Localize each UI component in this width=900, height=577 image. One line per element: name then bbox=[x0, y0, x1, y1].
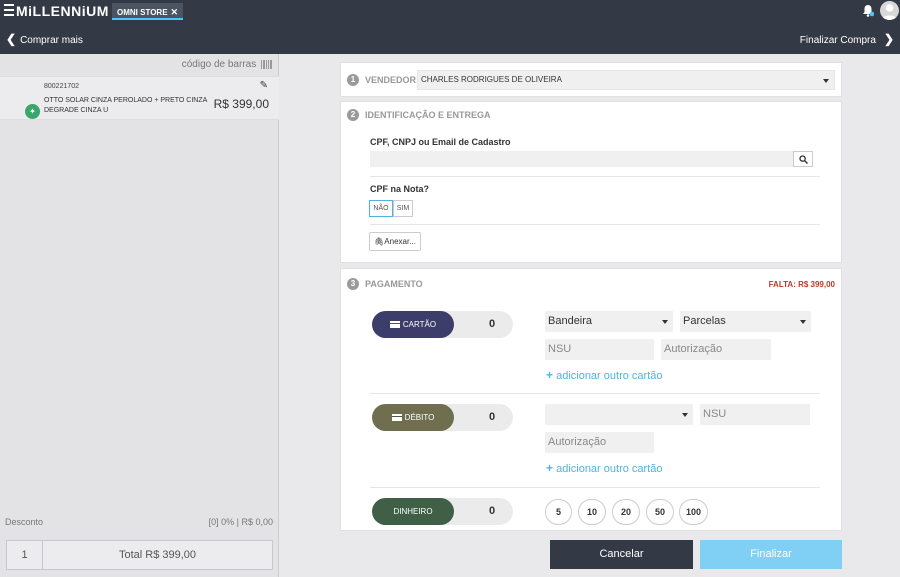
discount-value: [0] 0% | R$ 0,00 bbox=[208, 517, 273, 527]
cash-payment-button[interactable]: DINHEIRO bbox=[372, 498, 454, 525]
brand-logo: MiLLENNiUM bbox=[16, 3, 109, 19]
debit-brand-select[interactable] bbox=[545, 404, 693, 425]
section-title: PAGAMENTO bbox=[365, 279, 423, 289]
vendor-select[interactable]: CHARLES RODRIGUES DE OLIVEIRA bbox=[417, 70, 835, 90]
navigation-bar: ❮ Comprar mais Finalizar Compra ❯ bbox=[0, 22, 900, 54]
credit-card-icon bbox=[391, 414, 402, 422]
card-brand-select[interactable]: Bandeira bbox=[545, 311, 673, 332]
vendor-selected-value: CHARLES RODRIGUES DE OLIVEIRA bbox=[421, 75, 562, 84]
attach-label: Anexar... bbox=[384, 237, 416, 246]
debit-amount: 0 bbox=[488, 411, 496, 423]
total-amount: Total R$ 399,00 bbox=[118, 549, 197, 561]
cash-quick-amount-button[interactable]: 10 bbox=[578, 499, 606, 525]
chevron-down-icon bbox=[800, 320, 806, 324]
debit-payment-pill: DÉBITO 0 bbox=[372, 404, 513, 431]
card-label: CARTÃO bbox=[402, 320, 437, 329]
vendor-label: VENDEDOR: bbox=[365, 75, 420, 85]
paperclip-icon: 🖇 bbox=[374, 237, 385, 246]
finish-purchase-link[interactable]: Finalizar Compra ❯ bbox=[800, 32, 894, 46]
divider bbox=[370, 224, 820, 225]
item-quantity: 1 bbox=[7, 541, 43, 569]
tab-omni-store[interactable]: OMNI STORE ✕ bbox=[112, 3, 184, 20]
missing-amount: FALTA: R$ 399,00 bbox=[768, 280, 835, 289]
card-auth-input[interactable]: Autorização bbox=[661, 339, 771, 360]
hamburger-menu-icon[interactable] bbox=[4, 4, 14, 16]
finish-link-label: Finalizar Compra bbox=[799, 35, 876, 46]
search-icon[interactable] bbox=[793, 151, 813, 167]
back-link-label: Comprar mais bbox=[20, 35, 83, 46]
credit-card-icon bbox=[389, 321, 400, 329]
card-nsu-input[interactable]: NSU bbox=[545, 339, 654, 360]
plus-icon: + bbox=[546, 461, 554, 475]
cpf-field-label: CPF, CNPJ ou Email de Cadastro bbox=[370, 137, 511, 147]
chevron-left-icon: ❮ bbox=[6, 32, 17, 46]
cash-amount: 0 bbox=[488, 505, 496, 517]
cash-quick-amount-button[interactable]: 5 bbox=[545, 499, 572, 525]
cash-quick-amount-button[interactable]: 50 bbox=[646, 499, 674, 525]
payment-section: 3 PAGAMENTO FALTA: R$ 399,00 CARTÃO 0 Ba… bbox=[340, 268, 842, 531]
cpf-note-yes-toggle[interactable]: SIM bbox=[393, 200, 413, 217]
back-to-shopping-link[interactable]: ❮ Comprar mais bbox=[6, 32, 83, 46]
chevron-down-icon bbox=[682, 413, 688, 417]
notification-bell-icon[interactable] bbox=[862, 4, 874, 17]
attach-button[interactable]: 🖇Anexar... bbox=[369, 232, 421, 251]
barcode-label: código de barras bbox=[181, 59, 257, 70]
item-code: 800221702 bbox=[44, 83, 80, 90]
item-status-icon: ✦ bbox=[25, 104, 40, 119]
plus-icon: + bbox=[546, 368, 554, 382]
cart-item[interactable]: 800221702 OTTO SOLAR CINZA PEROLADO + PR… bbox=[0, 76, 279, 120]
chevron-right-icon: ❯ bbox=[883, 32, 894, 46]
debit-nsu-input[interactable]: NSU bbox=[700, 404, 810, 425]
edit-pencil-icon[interactable]: ✎ bbox=[260, 80, 268, 91]
debit-payment-button[interactable]: DÉBITO bbox=[372, 404, 454, 431]
chevron-down-icon bbox=[662, 320, 668, 324]
card-payment-pill: CARTÃO 0 bbox=[372, 311, 513, 338]
item-name: OTTO SOLAR CINZA PEROLADO + PRETO CINZA … bbox=[44, 97, 207, 114]
cancel-button[interactable]: Cancelar bbox=[550, 540, 693, 569]
divider bbox=[370, 393, 820, 394]
divider bbox=[370, 176, 820, 177]
cpf-note-no-toggle[interactable]: NÃO bbox=[369, 200, 393, 217]
step-number: 2 bbox=[347, 109, 359, 121]
add-card-link[interactable]: + adicionar outro cartão bbox=[546, 368, 662, 382]
discount-row[interactable]: Desconto [0] 0% | R$ 0,00 bbox=[0, 512, 279, 532]
total-box: 1 Total R$ 399,00 bbox=[6, 540, 273, 570]
installments-placeholder: Parcelas bbox=[683, 315, 726, 327]
barcode-toggle[interactable]: código de barras bbox=[182, 59, 273, 70]
add-debit-card-link[interactable]: + adicionar outro cartão bbox=[546, 461, 662, 475]
add-debit-label: adicionar outro cartão bbox=[556, 463, 663, 475]
user-avatar-icon[interactable] bbox=[880, 1, 899, 20]
barcode-icon bbox=[261, 59, 272, 69]
divider bbox=[370, 487, 820, 488]
close-icon[interactable]: ✕ bbox=[171, 7, 179, 17]
add-card-label: adicionar outro cartão bbox=[556, 370, 663, 382]
chevron-down-icon bbox=[823, 79, 829, 83]
store-tab-label: OMNI STORE bbox=[117, 8, 168, 17]
card-installments-select[interactable]: Parcelas bbox=[680, 311, 811, 332]
discount-label: Desconto bbox=[5, 517, 44, 527]
step-number: 3 bbox=[347, 278, 359, 290]
identification-section: 2 IDENTIFICAÇÃO E ENTREGA CPF, CNPJ ou E… bbox=[340, 101, 842, 263]
step-number: 1 bbox=[347, 74, 359, 86]
cpf-note-label: CPF na Nota? bbox=[370, 184, 430, 194]
vendor-section: 1 VENDEDOR: CHARLES RODRIGUES DE OLIVEIR… bbox=[340, 62, 842, 97]
debit-auth-input[interactable]: Autorização bbox=[545, 432, 654, 453]
card-amount: 0 bbox=[488, 318, 496, 330]
card-brand-placeholder: Bandeira bbox=[548, 315, 593, 327]
top-bar: MiLLENNiUM OMNI STORE ✕ bbox=[0, 0, 900, 22]
finalize-button[interactable]: Finalizar bbox=[700, 540, 842, 569]
cart-panel: código de barras 800221702 OTTO SOLAR CI… bbox=[0, 54, 279, 577]
cash-quick-amount-button[interactable]: 100 bbox=[679, 499, 708, 525]
debit-label: DÉBITO bbox=[404, 413, 435, 422]
section-title: IDENTIFICAÇÃO E ENTREGA bbox=[365, 110, 491, 120]
cash-quick-amount-button[interactable]: 20 bbox=[612, 499, 640, 525]
card-payment-button[interactable]: CARTÃO bbox=[372, 311, 454, 338]
cpf-input[interactable] bbox=[370, 151, 794, 167]
cash-payment-pill: DINHEIRO 0 bbox=[372, 498, 513, 525]
item-price: R$ 399,00 bbox=[213, 97, 269, 111]
